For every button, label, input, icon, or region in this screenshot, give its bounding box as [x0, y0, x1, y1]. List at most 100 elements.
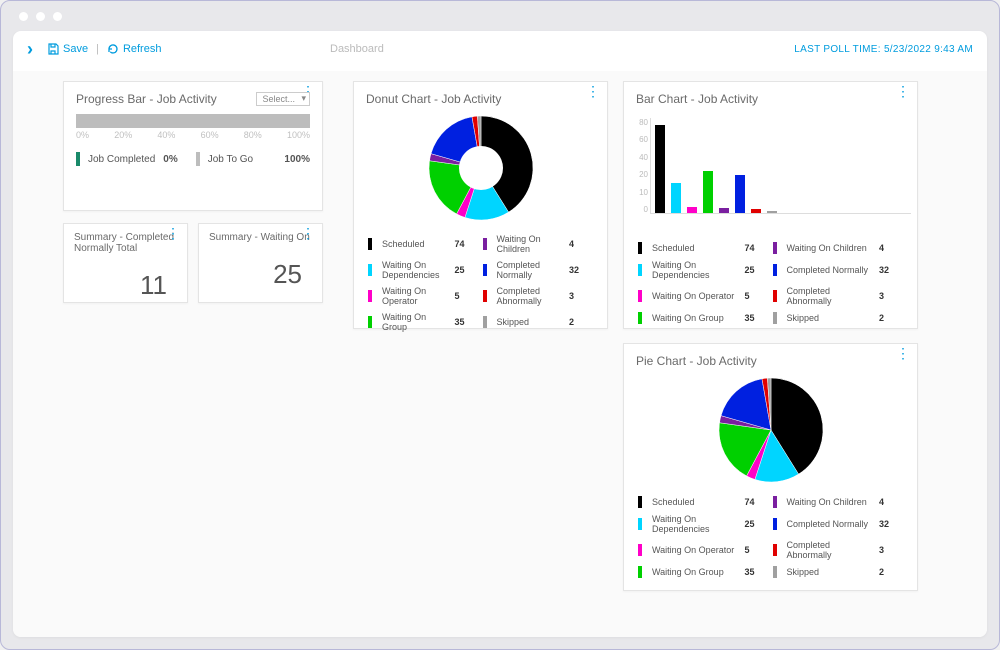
save-label: Save: [63, 43, 88, 55]
legend-value: 4: [879, 497, 903, 507]
legend-label: Completed Abnormally: [787, 540, 876, 560]
progress-bar-card: ⋮ Progress Bar - Job Activity Select... …: [63, 81, 323, 211]
donut-legend: Scheduled74Waiting On Children4Waiting O…: [354, 226, 607, 344]
refresh-button[interactable]: Refresh: [107, 43, 162, 55]
progress-bar-ticks: 0% 20% 40% 60% 80% 100%: [76, 130, 310, 140]
legend-value: 32: [569, 265, 593, 275]
window-dot: [53, 12, 62, 21]
summary-waiting-card: ⋮ Summary - Waiting On 25: [198, 223, 323, 303]
progress-legend-row: Job Completed 0% Job To Go 100%: [64, 146, 322, 172]
legend-swatch: [483, 316, 487, 328]
legend-label: Completed Normally: [787, 519, 876, 529]
bar-chart: 80 60 40 20 10 0: [624, 114, 917, 234]
legend-swatch: [368, 290, 372, 302]
legend-label: Waiting On Dependencies: [382, 260, 451, 280]
progress-select[interactable]: Select...: [256, 92, 310, 106]
legend-value: 3: [879, 291, 903, 301]
legend-swatch: [773, 264, 777, 276]
legend-swatch: [773, 518, 777, 530]
legend-value: 25: [745, 265, 769, 275]
bar-series: [650, 118, 911, 214]
legend-swatch: [638, 496, 642, 508]
save-button[interactable]: Save: [47, 43, 88, 55]
bar-5: [735, 175, 745, 213]
window-dot: [36, 12, 45, 21]
card-menu-icon[interactable]: ⋮: [896, 88, 909, 94]
legend-value: 5: [455, 291, 479, 301]
legend-value: 32: [879, 265, 903, 275]
legend-value: 35: [455, 317, 479, 327]
legend-swatch: [773, 242, 777, 254]
expand-sidebar-icon[interactable]: ›: [27, 39, 33, 60]
legend-label: Skipped: [497, 317, 566, 327]
legend-label: Completed Normally: [497, 260, 566, 280]
legend-swatch: [773, 312, 777, 324]
swatch-completed: [76, 152, 80, 166]
legend-value: 2: [569, 317, 593, 327]
legend-value: 5: [745, 545, 769, 555]
card-menu-icon[interactable]: ⋮: [301, 230, 314, 236]
bar-legend: Scheduled74Waiting On Children4Waiting O…: [624, 234, 917, 336]
legend-label: Waiting On Dependencies: [652, 514, 741, 534]
legend-label: Completed Normally: [787, 265, 876, 275]
pie-chart-card: ⋮ Pie Chart - Job Activity Scheduled74Wa…: [623, 343, 918, 591]
legend-label: Waiting On Children: [497, 234, 566, 254]
legend-swatch: [638, 264, 642, 276]
legend-label: Waiting On Operator: [652, 291, 741, 301]
legend-label: Scheduled: [382, 239, 451, 249]
legend-value: 25: [455, 265, 479, 275]
browser-frame: › Save | Refresh Dashboard LAST POLL TIM…: [0, 0, 1000, 650]
window-dot: [19, 12, 28, 21]
legend-value: 25: [745, 519, 769, 529]
legend-swatch: [483, 264, 487, 276]
card-menu-icon[interactable]: ⋮: [166, 230, 179, 236]
legend-value: 2: [879, 567, 903, 577]
bar-3: [703, 171, 713, 213]
summary-completed-card: ⋮ Summary - Completed Normally Total 11: [63, 223, 188, 303]
legend-value: 5: [745, 291, 769, 301]
legend-swatch: [638, 242, 642, 254]
legend-swatch: [368, 238, 372, 250]
refresh-icon: [107, 43, 119, 55]
card-title: Bar Chart - Job Activity: [624, 82, 917, 114]
toolbar-separator: |: [96, 43, 99, 55]
legend-label: Waiting On Operator: [652, 545, 741, 555]
legend-label: Skipped: [787, 567, 876, 577]
legend-label: Skipped: [787, 313, 876, 323]
bar-y-axis: 80 60 40 20 10 0: [628, 118, 648, 214]
legend-value: 2: [879, 313, 903, 323]
legend-swatch: [483, 290, 487, 302]
legend-swatch: [368, 316, 372, 328]
legend-swatch: [638, 518, 642, 530]
progress-bar-area: 0% 20% 40% 60% 80% 100%: [64, 114, 322, 146]
legend-swatch: [638, 312, 642, 324]
legend-value: 74: [745, 243, 769, 253]
legend-value: 74: [745, 497, 769, 507]
legend-swatch: [638, 566, 642, 578]
legend-label: Completed Abnormally: [787, 286, 876, 306]
legend-label: Scheduled: [652, 497, 741, 507]
legend-label: Waiting On Dependencies: [652, 260, 741, 280]
window-titlebar: [1, 1, 999, 31]
legend-value: 4: [879, 243, 903, 253]
breadcrumb: Dashboard: [330, 43, 384, 55]
legend-label: Waiting On Children: [787, 497, 876, 507]
legend-value: 4: [569, 239, 593, 249]
bar-0: [655, 125, 665, 213]
dashboard-canvas: ⋮ Progress Bar - Job Activity Select... …: [13, 71, 987, 637]
pie-chart: [624, 376, 917, 488]
summary-completed-value: 11: [64, 258, 187, 315]
legend-value: 35: [745, 313, 769, 323]
legend-label: Scheduled: [652, 243, 741, 253]
card-menu-icon[interactable]: ⋮: [586, 88, 599, 94]
card-title: Progress Bar - Job Activity Select...: [64, 82, 322, 114]
legend-value: 32: [879, 519, 903, 529]
card-menu-icon[interactable]: ⋮: [896, 350, 909, 356]
legend-value: 3: [879, 545, 903, 555]
swatch-togo: [196, 152, 200, 166]
legend-value: 3: [569, 291, 593, 301]
refresh-label: Refresh: [123, 43, 162, 55]
bar-6: [751, 209, 761, 213]
bar-4: [719, 208, 729, 213]
legend-label: Waiting On Group: [652, 313, 741, 323]
